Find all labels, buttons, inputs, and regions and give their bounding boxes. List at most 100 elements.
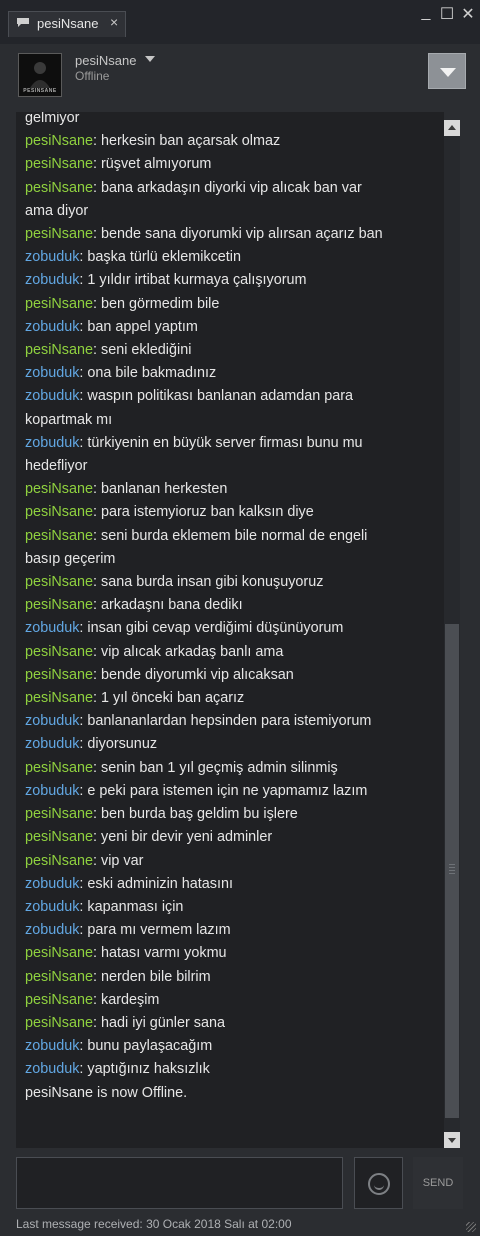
- message-sender[interactable]: zobuduk: [25, 620, 79, 636]
- maximize-icon[interactable]: ☐: [439, 4, 455, 24]
- chat-message: gelmiyor: [25, 112, 435, 130]
- message-sender[interactable]: zobuduk: [25, 319, 79, 335]
- chat-log[interactable]: gelmiyor pesiNsane: herkesin ban açarsak …: [16, 112, 444, 1148]
- message-sender[interactable]: pesiNsane: [25, 180, 93, 196]
- sender-colon: :: [93, 852, 101, 869]
- message-sender[interactable]: pesiNsane: [25, 829, 93, 845]
- message-sender[interactable]: pesiNsane: [25, 853, 93, 869]
- message-sender[interactable]: pesiNsane: [25, 806, 93, 822]
- tab-close-icon[interactable]: ×: [110, 14, 118, 30]
- dropdown-icon[interactable]: [145, 56, 155, 62]
- message-text: seni burda eklemem bile normal de engeli: [101, 527, 368, 544]
- message-text: ben burda baş geldim bu işlere: [101, 806, 298, 823]
- message-sender[interactable]: pesiNsane: [25, 481, 93, 497]
- chat-message: zobuduk: para mı vermem lazım: [25, 919, 435, 942]
- last-message-info: Last message received: 30 Ocak 2018 Salı…: [16, 1217, 292, 1231]
- avatar-text: PESINSANE: [23, 88, 57, 94]
- message-sender[interactable]: pesiNsane: [25, 667, 93, 683]
- message-sender[interactable]: pesiNsane: [25, 574, 93, 590]
- message-sender[interactable]: pesiNsane: [25, 644, 93, 660]
- title-bar: pesiNsane × _ ☐ ✕: [0, 0, 480, 44]
- message-sender[interactable]: pesiNsane: [25, 226, 93, 242]
- message-sender[interactable]: zobuduk: [25, 1038, 79, 1054]
- chat-message: zobuduk: bunu paylaşacağım: [25, 1035, 435, 1058]
- message-text: vip var: [101, 852, 144, 869]
- message-sender[interactable]: pesiNsane: [25, 992, 93, 1008]
- message-sender[interactable]: zobuduk: [25, 736, 79, 752]
- message-sender[interactable]: pesiNsane: [25, 296, 93, 312]
- message-text: basıp geçerim: [25, 550, 116, 567]
- close-icon[interactable]: ✕: [460, 4, 476, 24]
- message-list: gelmiyor pesiNsane: herkesin ban açarsak …: [25, 112, 435, 1105]
- minimize-icon[interactable]: _: [418, 4, 434, 22]
- chat-message: pesiNsane: kardeşim: [25, 989, 435, 1012]
- sender-colon: :: [93, 179, 101, 196]
- scrollbar-thumb[interactable]: [445, 624, 459, 1118]
- chat-tab[interactable]: pesiNsane ×: [8, 11, 126, 37]
- message-text: 1 yıldır irtibat kurmaya çalışıyorum: [87, 272, 307, 289]
- username[interactable]: pesiNsane: [75, 53, 136, 68]
- message-sender[interactable]: zobuduk: [25, 922, 79, 938]
- message-sender[interactable]: zobuduk: [25, 783, 79, 799]
- message-text: banlananlardan hepsinden para istemiyoru…: [87, 713, 372, 730]
- message-text: ona bile bakmadınız: [87, 365, 217, 382]
- chat-message: pesiNsane: hadi iyi günler sana: [25, 1012, 435, 1035]
- message-input[interactable]: [16, 1157, 343, 1209]
- sender-colon: :: [93, 666, 101, 683]
- message-sender[interactable]: pesiNsane: [25, 156, 93, 172]
- chat-message: pesiNsane: bende sana diyorumki vip alır…: [25, 223, 435, 246]
- chat-message: pesiNsane: banlanan herkesten: [25, 478, 435, 501]
- message-sender[interactable]: zobuduk: [25, 876, 79, 892]
- chat-message: hedefliyor: [25, 455, 435, 478]
- message-sender[interactable]: zobuduk: [25, 1061, 79, 1077]
- message-sender[interactable]: pesiNsane: [25, 760, 93, 776]
- message-sender[interactable]: zobuduk: [25, 713, 79, 729]
- message-text: türkiyenin en büyük server firması bunu …: [87, 434, 363, 451]
- chat-message: pesiNsane: 1 yıl önceki ban açarız: [25, 687, 435, 710]
- scrollbar[interactable]: [444, 120, 460, 1148]
- scroll-down-button[interactable]: [444, 1132, 460, 1148]
- message-text: başka türlü eklemikcetin: [87, 249, 241, 266]
- message-sender[interactable]: pesiNsane: [25, 342, 93, 358]
- send-button[interactable]: SEND: [413, 1157, 463, 1209]
- message-sender[interactable]: zobuduk: [25, 435, 79, 451]
- message-sender[interactable]: zobuduk: [25, 899, 79, 915]
- sender-colon: :: [93, 527, 101, 544]
- message-sender[interactable]: pesiNsane: [25, 528, 93, 544]
- user-status: Offline: [75, 69, 110, 83]
- chat-message: pesiNsane: vip alıcak arkadaş banlı ama: [25, 641, 435, 664]
- chat-message: pesiNsane: ben görmedim bile: [25, 293, 435, 316]
- message-text: eski adminizin hatasını: [87, 875, 234, 892]
- message-sender[interactable]: pesiNsane: [25, 504, 93, 520]
- avatar[interactable]: PESINSANE: [18, 53, 62, 97]
- message-sender[interactable]: pesiNsane: [25, 969, 93, 985]
- message-sender[interactable]: zobuduk: [25, 249, 79, 265]
- message-sender[interactable]: zobuduk: [25, 388, 79, 404]
- sender-colon: :: [93, 504, 101, 521]
- chat-menu-button[interactable]: [428, 53, 466, 89]
- message-text: sana burda insan gibi konuşuyoruz: [101, 574, 324, 591]
- message-text: hatası varmı yokmu: [101, 945, 227, 962]
- chat-message: pesiNsane: bana arkadaşın diyorki vip al…: [25, 177, 435, 200]
- message-sender[interactable]: pesiNsane: [25, 133, 93, 149]
- chat-message: zobuduk: banlananlardan hepsinden para i…: [25, 710, 435, 733]
- message-sender[interactable]: zobuduk: [25, 272, 79, 288]
- sender-colon: :: [93, 342, 101, 359]
- message-sender[interactable]: pesiNsane: [25, 597, 93, 613]
- chat-message: zobuduk: diyorsunuz: [25, 733, 435, 756]
- sender-colon: :: [93, 690, 101, 707]
- sender-colon: :: [93, 597, 101, 614]
- chat-message: pesiNsane: senin ban 1 yıl geçmiş admin …: [25, 757, 435, 780]
- message-text: ban appel yaptım: [87, 318, 198, 335]
- emoji-button[interactable]: [354, 1157, 403, 1209]
- chat-message: pesiNsane: nerden bile bilrim: [25, 966, 435, 989]
- message-text: arkadaşnı bana dedikı: [101, 597, 243, 614]
- message-sender[interactable]: pesiNsane: [25, 1015, 93, 1031]
- resize-grip-icon[interactable]: [466, 1222, 476, 1232]
- chat-message: zobuduk: waspın politikası banlanan adam…: [25, 385, 435, 408]
- chat-message: zobuduk: ban appel yaptım: [25, 316, 435, 339]
- message-sender[interactable]: zobuduk: [25, 365, 79, 381]
- message-sender[interactable]: pesiNsane: [25, 945, 93, 961]
- scroll-up-button[interactable]: [444, 120, 460, 136]
- message-sender[interactable]: pesiNsane: [25, 690, 93, 706]
